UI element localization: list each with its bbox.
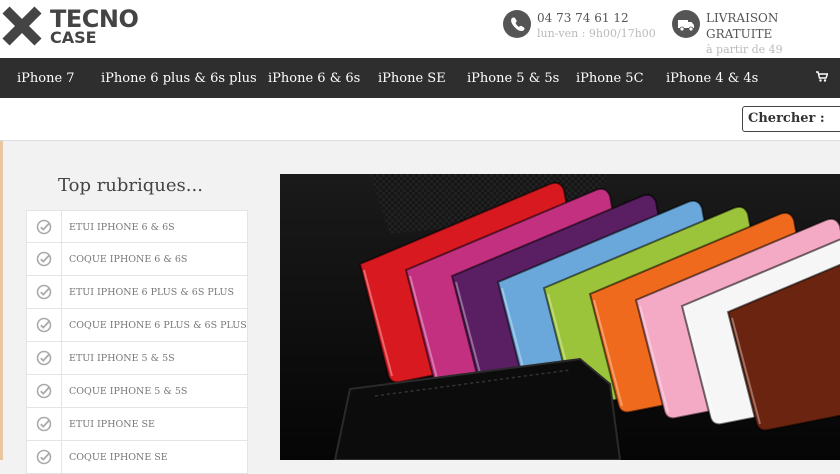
check-circle-icon [36,284,52,300]
contact-hours: lun-ven : 9h00/17h00 [537,27,656,40]
nav-item-iphone-5c[interactable]: iPhone 5C [576,58,644,98]
category-icon-cell [27,342,62,374]
nav-item-iphone-6-plus[interactable]: iPhone 6 plus & 6s plus [101,58,257,98]
category-item[interactable]: COQUE IPHONE 6 & 6S [26,243,248,276]
category-icon-cell [27,211,62,243]
search-input[interactable]: Chercher : [742,106,840,132]
contact-phone-number[interactable]: 04 73 74 61 12 [537,11,629,25]
category-item[interactable]: ETUI IPHONE 6 & 6S [26,210,248,243]
category-icon-cell [27,309,62,341]
check-circle-icon [36,449,52,465]
category-item[interactable]: ETUI IPHONE 6 PLUS & 6S PLUS [26,276,248,309]
category-label: COQUE IPHONE 6 PLUS & 6S PLUS [69,320,247,331]
category-label: COQUE IPHONE 5 & 5S [69,386,188,397]
category-icon-cell [27,375,62,407]
check-circle-icon [36,350,52,366]
category-icon-cell [27,408,62,440]
cart-icon[interactable] [816,71,828,83]
category-label: ETUI IPHONE 5 & 5S [69,353,175,364]
category-item[interactable]: ETUI IPHONE SE [26,408,248,441]
category-item[interactable]: COQUE IPHONE 6 PLUS & 6S PLUS [26,309,248,342]
category-item[interactable]: COQUE IPHONE SE [26,441,248,474]
search-label: Chercher : [748,111,825,126]
category-label: ETUI IPHONE 6 & 6S [69,222,175,233]
left-accent-strip [0,141,3,460]
category-icon-cell [27,276,62,308]
category-label: ETUI IPHONE 6 PLUS & 6S PLUS [69,287,235,298]
category-label: COQUE IPHONE 6 & 6S [69,254,188,265]
logo-text-case: CASE [50,28,97,47]
site-header: TECNO CASE 04 73 74 61 12 lun-ven : 9h00… [0,0,840,58]
truck-icon [672,10,700,38]
category-label: ETUI IPHONE SE [69,419,155,430]
logo[interactable]: TECNO CASE [2,4,142,48]
nav-item-iphone-5[interactable]: iPhone 5 & 5s [467,58,559,98]
nav-item-iphone-6[interactable]: iPhone 6 & 6s [268,58,360,98]
category-label: COQUE IPHONE SE [69,452,168,463]
category-list: ETUI IPHONE 6 & 6S COQUE IPHONE 6 & 6S E… [26,210,248,474]
category-item[interactable]: COQUE IPHONE 5 & 5S [26,375,248,408]
nav-item-iphone-4[interactable]: iPhone 4 & 4s [666,58,758,98]
check-circle-icon [36,317,52,333]
shipping-line-2: GRATUITE [706,27,773,41]
check-circle-icon [36,416,52,432]
check-circle-icon [36,219,52,235]
sidebar-title: Top rubriques... [58,175,203,196]
check-circle-icon [36,383,52,399]
logo-x-icon [2,6,42,46]
category-item[interactable]: ETUI IPHONE 5 & 5S [26,342,248,375]
wallet-cases-illustration [280,174,840,460]
search-bar: Chercher : [0,98,840,141]
main-nav: iPhone 7 iPhone 6 plus & 6s plus iPhone … [0,58,840,98]
phone-icon [503,10,531,38]
nav-item-iphone-se[interactable]: iPhone SE [378,58,446,98]
category-icon-cell [27,441,62,473]
check-circle-icon [36,251,52,267]
category-icon-cell [27,243,62,275]
shipping-line-1: LIVRAISON [706,11,779,25]
hero-banner-image[interactable] [280,174,840,460]
nav-item-iphone-7[interactable]: iPhone 7 [17,58,75,98]
shipping-threshold: à partir de 49 [706,43,783,56]
